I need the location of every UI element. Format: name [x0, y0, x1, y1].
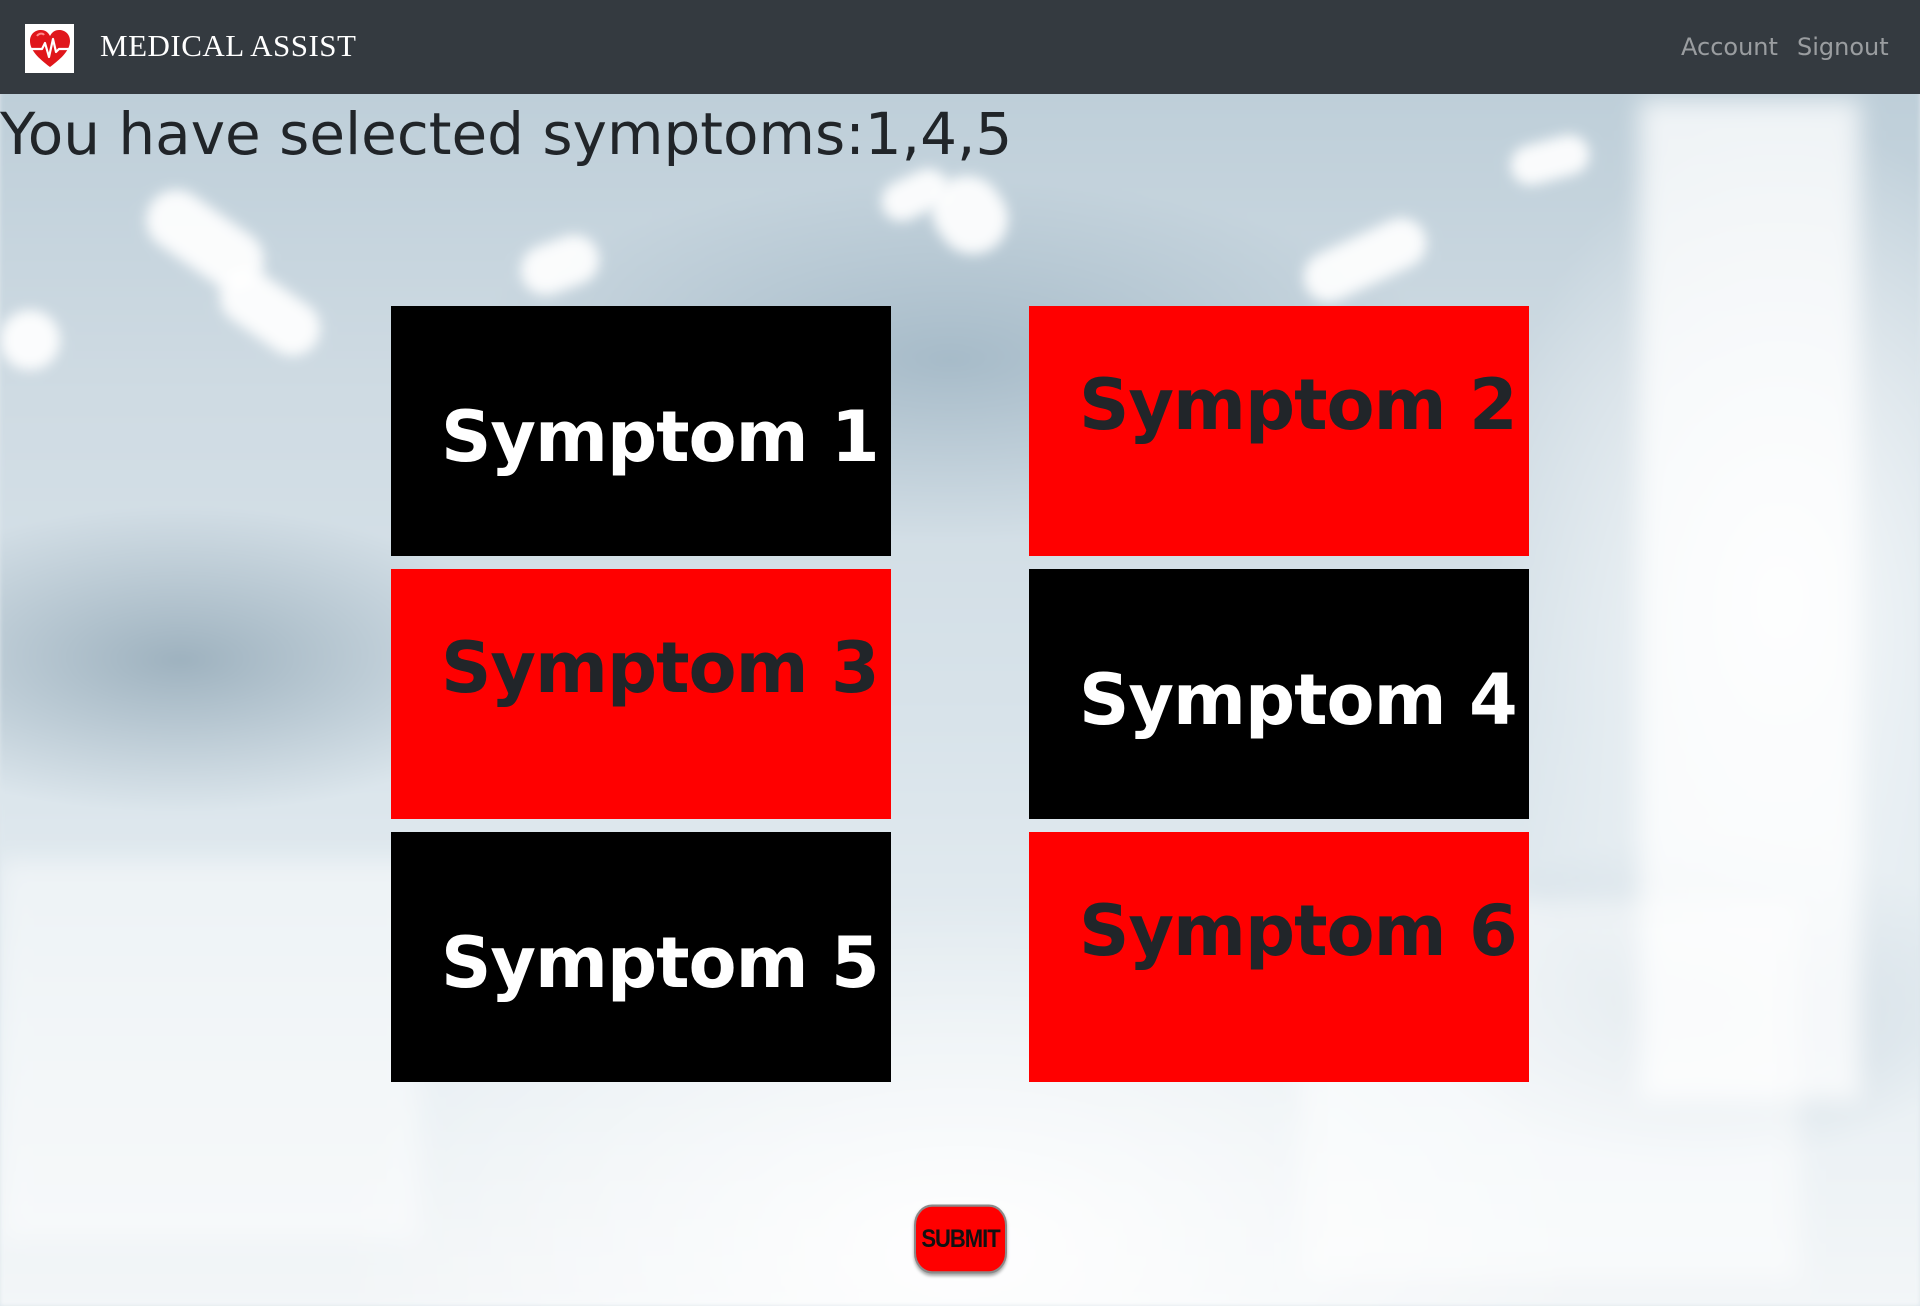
symptom-tile-5[interactable]: Symptom 5: [391, 832, 891, 1082]
symptom-label: Symptom 6: [1079, 890, 1518, 972]
symptom-label: Symptom 4: [1079, 659, 1518, 741]
symptom-tile-1[interactable]: Symptom 1: [391, 306, 891, 556]
nav-signout-link[interactable]: Signout: [1797, 33, 1889, 61]
selected-symptoms-heading: You have selected symptoms:1,4,5: [0, 100, 1013, 168]
nav-account-link[interactable]: Account: [1681, 33, 1778, 61]
symptom-label: Symptom 5: [441, 922, 880, 1004]
symptom-tile-4[interactable]: Symptom 4: [1029, 569, 1529, 819]
symptom-tile-2[interactable]: Symptom 2: [1029, 306, 1529, 556]
heart-pulse-icon[interactable]: [25, 24, 74, 73]
blurred-hospital-background: [0, 0, 1920, 1306]
symptom-tile-3[interactable]: Symptom 3: [391, 569, 891, 819]
symptom-label: Symptom 3: [441, 627, 880, 709]
symptom-label: Symptom 1: [441, 396, 880, 478]
submit-button[interactable]: SUBMIT: [914, 1204, 1007, 1274]
app-title[interactable]: MEDICAL ASSIST: [100, 28, 356, 64]
symptom-tile-6[interactable]: Symptom 6: [1029, 832, 1529, 1082]
symptom-label: Symptom 2: [1079, 364, 1518, 446]
top-navbar: MEDICAL ASSIST Account Signout: [0, 0, 1920, 94]
